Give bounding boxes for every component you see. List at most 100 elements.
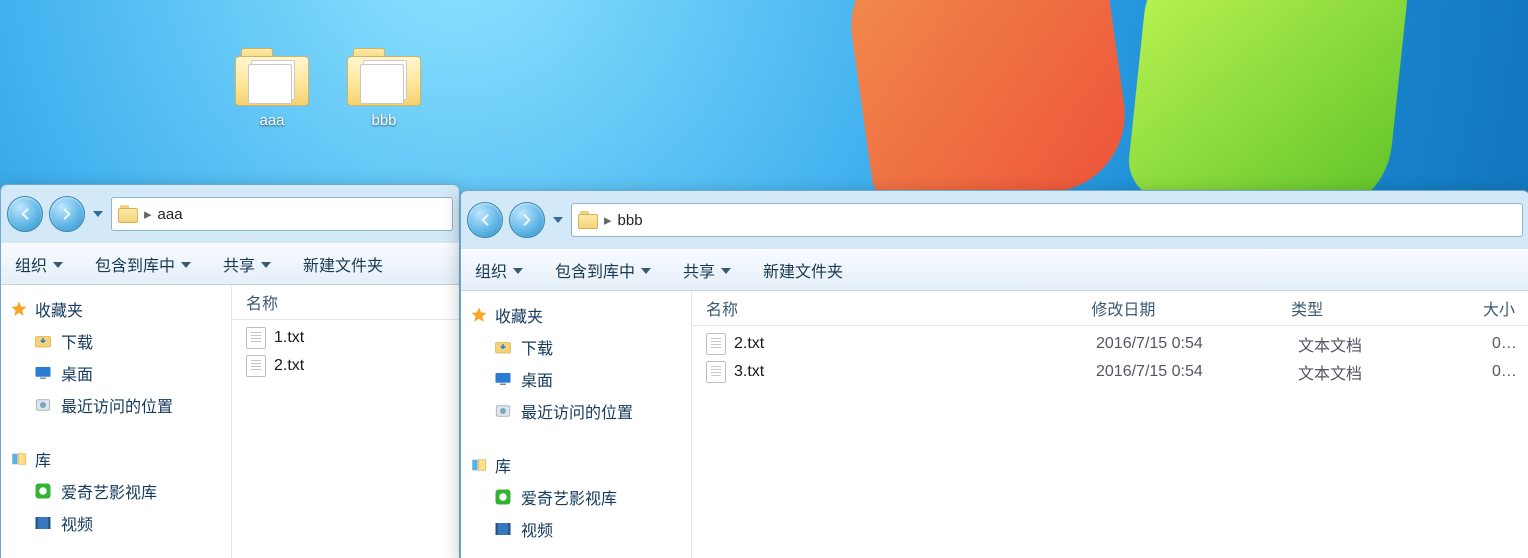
sidebar-item-recent[interactable]: 最近访问的位置 (469, 395, 691, 427)
sidebar-item-videos[interactable]: 视频 (9, 507, 231, 539)
column-header-name[interactable]: 名称 (232, 290, 459, 314)
column-header-type[interactable]: 类型 (1277, 296, 1469, 320)
sidebar-header-favorites[interactable]: 收藏夹 (469, 299, 691, 331)
file-type: 文本文档 (1284, 360, 1478, 384)
sidebar-label: 下载 (521, 335, 553, 359)
libraries-icon (9, 450, 29, 468)
breadcrumb[interactable]: ▸ aaa (111, 197, 453, 231)
arrow-left-icon (476, 211, 494, 229)
explorer-window-aaa[interactable]: ▸ aaa 组织 包含到库中 共享 新建文件夹 (0, 184, 460, 558)
desktop-folder-bbb[interactable]: bbb (334, 48, 434, 129)
toolbar-label: 新建文件夹 (303, 252, 383, 276)
sidebar-label: 最近访问的位置 (61, 393, 173, 417)
breadcrumb-separator-icon: ▸ (144, 205, 152, 223)
sidebar-label: 桌面 (61, 361, 93, 385)
file-rows: 2.txt 2016/7/15 0:54 文本文档 0 KB 3.txt 201 (692, 326, 1528, 558)
sidebar-item-desktop[interactable]: 桌面 (9, 357, 231, 389)
chevron-down-icon (513, 268, 523, 274)
toolbar-include-in-library[interactable]: 包含到库中 (555, 258, 651, 282)
nav-forward-button[interactable] (49, 196, 85, 232)
file-list: 名称 1.txt 2.txt (232, 285, 459, 558)
chevron-down-icon (641, 268, 651, 274)
toolbar: 组织 包含到库中 共享 新建文件夹 (461, 249, 1528, 291)
sidebar-label: 库 (35, 447, 51, 471)
sidebar-label: 收藏夹 (35, 297, 83, 321)
nav-forward-button[interactable] (509, 202, 545, 238)
breadcrumb-segment[interactable]: bbb (618, 212, 643, 229)
toolbar-share[interactable]: 共享 (683, 258, 731, 282)
sidebar: 收藏夹 下载 桌面 最近访问的位置 (461, 291, 692, 558)
toolbar-label: 组织 (15, 252, 47, 276)
column-header-size[interactable]: 大小 (1469, 296, 1528, 320)
toolbar-organize[interactable]: 组织 (15, 252, 63, 276)
sidebar-label: 爱奇艺影视库 (521, 485, 617, 509)
sidebar-header-favorites[interactable]: 收藏夹 (9, 293, 231, 325)
nav-back-button[interactable] (7, 196, 43, 232)
column-headers: 名称 (232, 285, 459, 320)
videos-icon (33, 514, 53, 532)
toolbar-label: 包含到库中 (95, 252, 175, 276)
text-file-icon (246, 355, 266, 377)
file-row[interactable]: 2.txt (232, 352, 459, 380)
column-headers: 名称 修改日期 类型 大小 (692, 291, 1528, 326)
file-size: 0 KB (1478, 363, 1528, 381)
nav-row: ▸ bbb (461, 191, 1528, 249)
toolbar-new-folder[interactable]: 新建文件夹 (303, 252, 383, 276)
breadcrumb-separator-icon: ▸ (604, 211, 612, 229)
desktop[interactable]: aaa bbb ▸ aaa (0, 0, 1528, 558)
sidebar-item-iqiyi[interactable]: 爱奇艺影视库 (469, 481, 691, 513)
breadcrumb-segment[interactable]: aaa (158, 206, 183, 223)
star-icon (469, 306, 489, 324)
desktop-icon (33, 364, 53, 382)
window-body: 收藏夹 下载 桌面 最近访问的位置 (461, 291, 1528, 558)
sidebar-label: 爱奇艺影视库 (61, 479, 157, 503)
breadcrumb[interactable]: ▸ bbb (571, 203, 1523, 237)
arrow-right-icon (518, 211, 536, 229)
explorer-window-bbb[interactable]: ▸ bbb 组织 包含到库中 共享 新建文件夹 (460, 190, 1528, 558)
sidebar-item-downloads[interactable]: 下载 (9, 325, 231, 357)
sidebar-label: 收藏夹 (495, 303, 543, 327)
sidebar-header-libraries[interactable]: 库 (469, 449, 691, 481)
text-file-icon (706, 333, 726, 355)
sidebar-label: 库 (495, 453, 511, 477)
toolbar-label: 共享 (223, 252, 255, 276)
file-row[interactable]: 2.txt 2016/7/15 0:54 文本文档 0 KB (692, 330, 1528, 358)
videos-icon (493, 520, 513, 538)
file-row[interactable]: 3.txt 2016/7/15 0:54 文本文档 0 KB (692, 358, 1528, 386)
sidebar-header-libraries[interactable]: 库 (9, 443, 231, 475)
sidebar-label: 最近访问的位置 (521, 399, 633, 423)
folder-icon (578, 211, 598, 229)
downloads-icon (493, 338, 513, 356)
sidebar-item-videos[interactable]: 视频 (469, 513, 691, 545)
nav-row: ▸ aaa (1, 185, 459, 243)
sidebar-item-recent[interactable]: 最近访问的位置 (9, 389, 231, 421)
toolbar-label: 新建文件夹 (763, 258, 843, 282)
desktop-folder-aaa[interactable]: aaa (222, 48, 322, 129)
toolbar-organize[interactable]: 组织 (475, 258, 523, 282)
nav-history-dropdown[interactable] (551, 203, 565, 237)
file-type: 文本文档 (1284, 332, 1478, 356)
toolbar-new-folder[interactable]: 新建文件夹 (763, 258, 843, 282)
sidebar-item-iqiyi[interactable]: 爱奇艺影视库 (9, 475, 231, 507)
desktop-icon-label: aaa (222, 112, 322, 129)
chevron-down-icon (721, 268, 731, 274)
toolbar-share[interactable]: 共享 (223, 252, 271, 276)
chevron-down-icon (93, 209, 103, 219)
nav-history-dropdown[interactable] (91, 197, 105, 231)
sidebar-label: 视频 (521, 517, 553, 541)
sidebar-item-downloads[interactable]: 下载 (469, 331, 691, 363)
chevron-down-icon (553, 215, 563, 225)
text-file-icon (706, 361, 726, 383)
column-header-date[interactable]: 修改日期 (1077, 296, 1277, 320)
nav-back-button[interactable] (467, 202, 503, 238)
column-header-name[interactable]: 名称 (692, 296, 1077, 320)
toolbar-label: 组织 (475, 258, 507, 282)
iqiyi-icon (493, 488, 513, 506)
libraries-icon (469, 456, 489, 474)
sidebar-item-desktop[interactable]: 桌面 (469, 363, 691, 395)
file-row[interactable]: 1.txt (232, 324, 459, 352)
arrow-left-icon (16, 205, 34, 223)
toolbar-include-in-library[interactable]: 包含到库中 (95, 252, 191, 276)
toolbar: 组织 包含到库中 共享 新建文件夹 (1, 243, 459, 285)
folder-icon (235, 48, 309, 106)
